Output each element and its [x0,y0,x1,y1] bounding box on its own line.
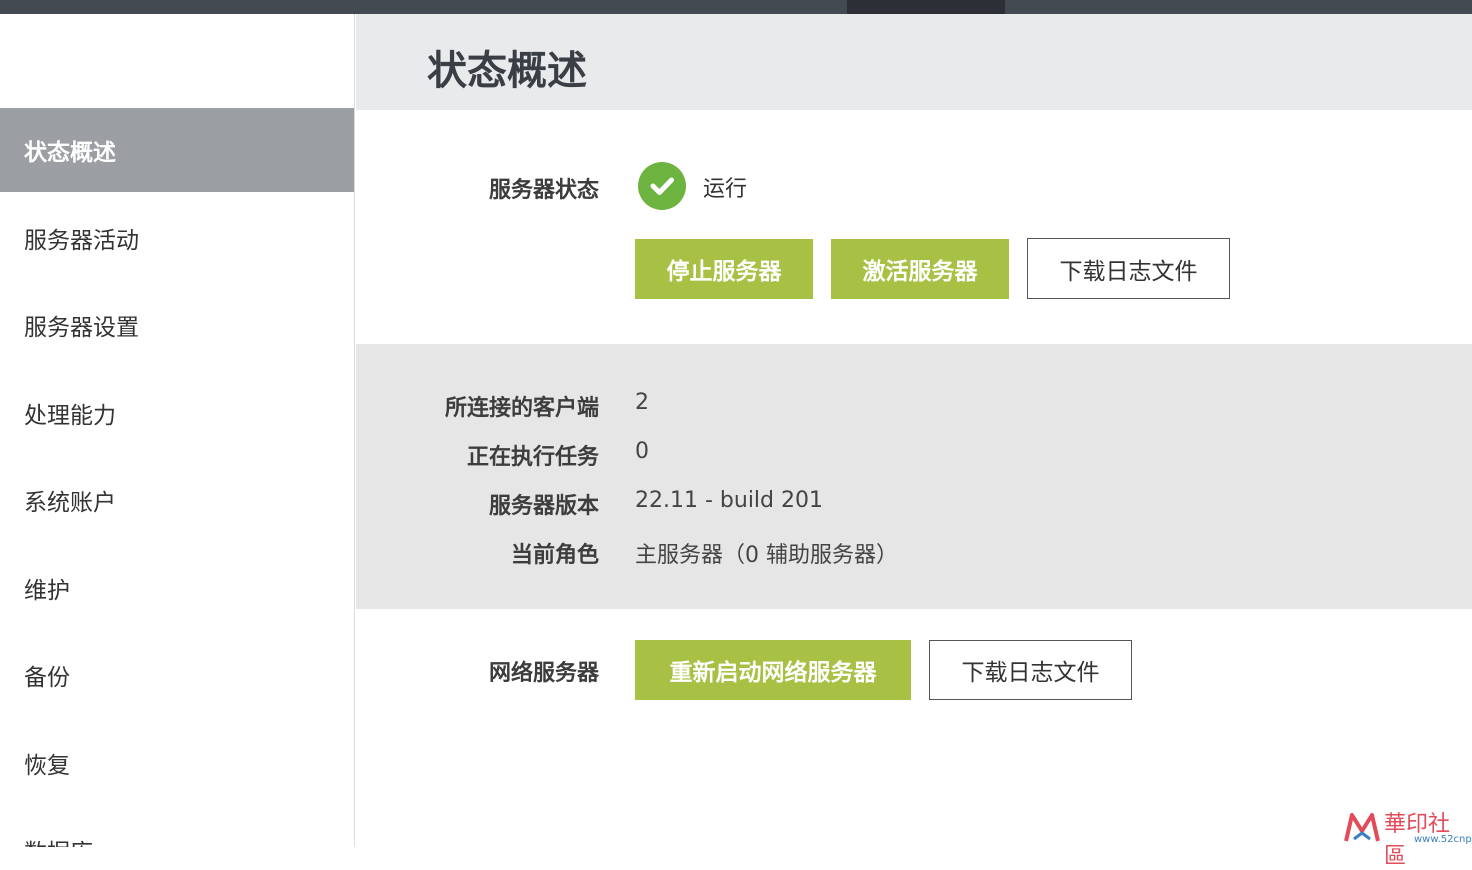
server-status-label: 服务器状态 [488,178,599,203]
sidebar-item-label: 系统账户 [24,490,116,516]
page-header: 状态概述 [356,14,1472,110]
server-info-section: 所连接的客户端 2 正在执行任务 0 服务器版本 22.11 - build 2… [356,344,1472,609]
sidebar-item-maintenance[interactable]: 维护 [0,546,354,630]
watermark-url: www.52cnp.com [1414,834,1472,845]
stop-server-button[interactable]: 停止服务器 [635,239,813,299]
top-bar [0,0,1472,14]
top-bar-active-tab[interactable] [847,0,1005,14]
check-icon [650,177,674,195]
connected-clients-value: 2 [635,390,649,415]
server-version-value: 22.11 - build 201 [635,488,823,513]
sidebar-item-backup[interactable]: 备份 [0,633,354,717]
sidebar-item-label: 数据库 [24,833,93,847]
sidebar-item-label: 维护 [24,578,70,604]
sidebar-item-label: 备份 [24,665,70,691]
watermark: 華印社區 www.52cnp.com [1340,806,1472,869]
download-web-log-button[interactable]: 下载日志文件 [929,640,1132,700]
running-tasks-label: 正在执行任务 [466,445,599,470]
running-tasks-value: 0 [635,439,649,464]
sidebar-item-system-accounts[interactable]: 系统账户 [0,458,354,542]
current-role-label: 当前角色 [510,543,599,568]
sidebar: 状态概述 服务器活动 服务器设置 处理能力 系统账户 维护 备份 恢复 数据库 [0,14,355,847]
sidebar-item-status-overview[interactable]: 状态概述 [0,108,354,192]
sidebar-item-label: 服务器设置 [24,315,139,341]
web-server-section: 网络服务器 重新启动网络服务器 下载日志文件 [356,609,1472,847]
connected-clients-label: 所连接的客户端 [444,396,599,421]
restart-web-server-button[interactable]: 重新启动网络服务器 [635,640,911,700]
sidebar-item-restore[interactable]: 恢复 [0,721,354,805]
sidebar-item-label: 处理能力 [24,403,116,429]
web-server-label: 网络服务器 [488,661,599,686]
sidebar-item-database[interactable]: 数据库 [0,808,354,847]
server-status-text: 运行 [703,177,748,202]
sidebar-item-server-settings[interactable]: 服务器设置 [0,283,354,367]
server-status-section: 服务器状态 运行 停止服务器 激活服务器 下载日志文件 [356,110,1472,344]
sidebar-item-label: 恢复 [24,753,70,779]
sidebar-item-processing-capacity[interactable]: 处理能力 [0,371,354,455]
server-version-label: 服务器版本 [488,494,599,519]
page-title: 状态概述 [427,48,587,94]
sidebar-item-label: 状态概述 [24,140,116,166]
watermark-logo-icon [1344,813,1380,842]
sidebar-item-server-activity[interactable]: 服务器活动 [0,196,354,280]
current-role-value: 主服务器（0 辅助服务器） [635,543,898,568]
activate-server-button[interactable]: 激活服务器 [831,239,1009,299]
sidebar-item-label: 服务器活动 [24,228,139,254]
download-server-log-button[interactable]: 下载日志文件 [1027,238,1230,299]
check-circle-icon [638,162,686,210]
